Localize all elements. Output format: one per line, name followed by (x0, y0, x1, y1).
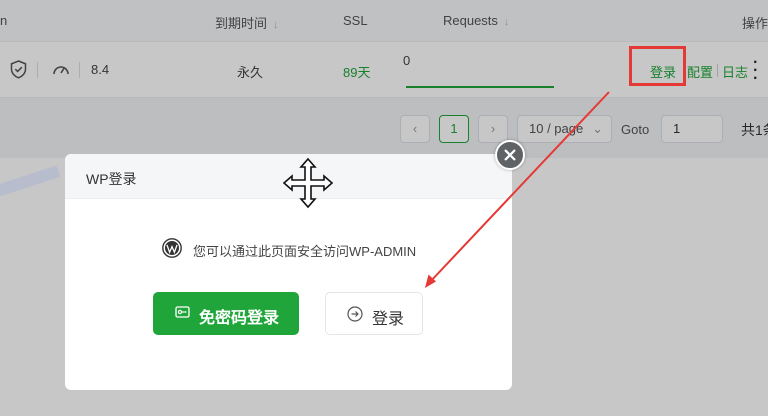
passwordless-login-label: 免密码登录 (199, 310, 280, 327)
background-streak (0, 165, 61, 199)
key-card-icon (175, 306, 190, 318)
highlight-box (629, 46, 686, 86)
dialog-title: WP登录 (86, 171, 137, 187)
dialog-info-text: 您可以通过此页面安全访问WP-ADMIN (193, 244, 417, 259)
login-button-label: 登录 (372, 311, 405, 328)
move-cursor-icon (282, 157, 334, 209)
close-icon[interactable] (495, 140, 525, 170)
passwordless-login-button[interactable]: 免密码登录 (153, 292, 299, 335)
arrow-right-circle-icon (347, 306, 363, 322)
wordpress-icon (162, 238, 182, 258)
login-button[interactable]: 登录 (325, 292, 423, 335)
